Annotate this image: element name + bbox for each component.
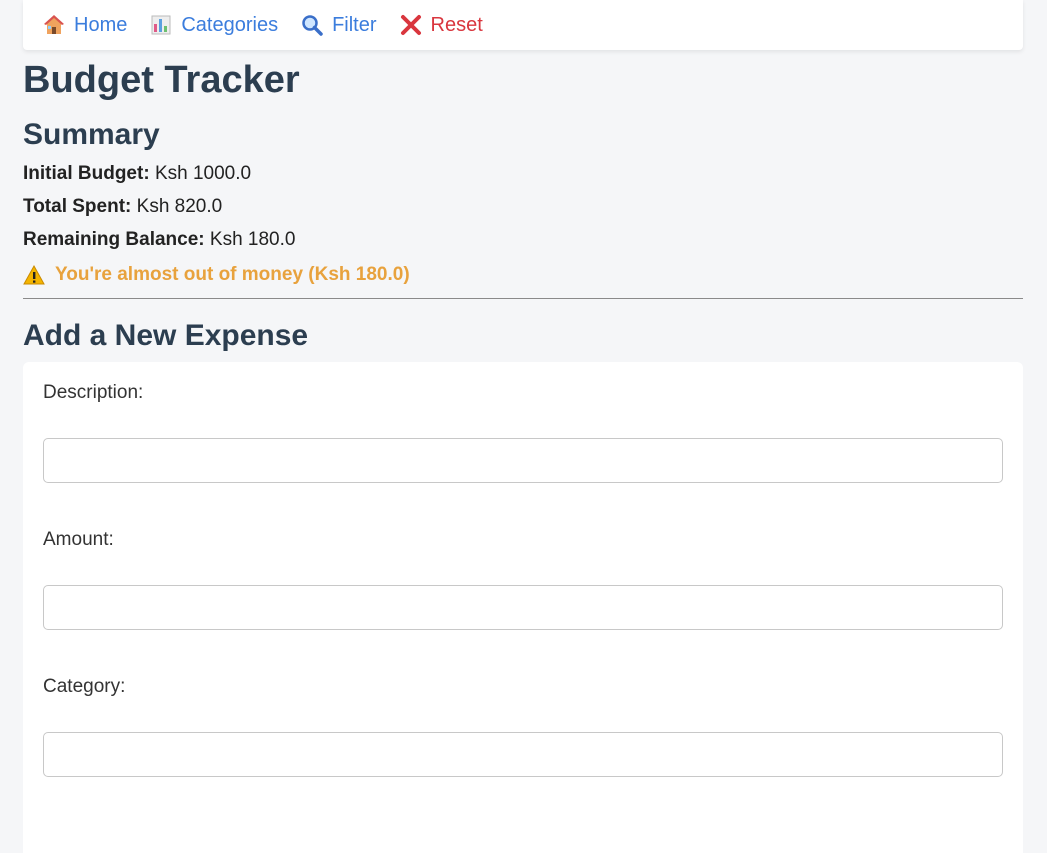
total-spent-label: Total Spent: <box>23 195 132 217</box>
total-spent-row: Total Spent: Ksh 820.0 <box>23 190 1023 223</box>
category-group: Category: <box>43 676 1003 777</box>
total-spent-value: Ksh 820.0 <box>136 195 223 217</box>
low-balance-warning: You're almost out of money (Ksh 180.0) <box>23 260 1023 290</box>
nav-home-label: Home <box>74 14 128 36</box>
nav-categories-link[interactable]: Categories <box>150 14 278 36</box>
page-title: Budget Tracker <box>23 59 300 101</box>
nav-home-link[interactable]: Home <box>43 14 127 36</box>
home-icon <box>43 14 65 36</box>
remaining-balance-value: Ksh 180.0 <box>209 228 296 250</box>
warning-icon <box>23 264 45 286</box>
description-label: Description: <box>43 381 144 403</box>
remaining-balance-label: Remaining Balance: <box>23 228 205 250</box>
page-container: Home Categories Filter Reset Budget Trac… <box>23 0 1023 853</box>
nav-filter-label: Filter <box>332 14 377 36</box>
description-input[interactable] <box>43 437 1003 483</box>
summary-heading: Summary <box>23 117 160 151</box>
initial-budget-value: Ksh 1000.0 <box>154 162 252 184</box>
magnifier-icon <box>301 14 323 36</box>
amount-label: Amount: <box>43 528 114 550</box>
top-navbar: Home Categories Filter Reset <box>23 0 1023 50</box>
warning-text: You're almost out of money (Ksh 180.0) <box>55 263 410 285</box>
cross-icon <box>400 14 422 36</box>
summary-section: Summary Initial Budget: Ksh 1000.0 Total… <box>23 118 1023 290</box>
nav-filter-link[interactable]: Filter <box>301 14 377 36</box>
description-group: Description: <box>43 382 1003 483</box>
bar-chart-icon <box>150 14 172 36</box>
initial-budget-label: Initial Budget: <box>23 162 150 184</box>
category-input[interactable] <box>43 731 1003 777</box>
initial-budget-row: Initial Budget: Ksh 1000.0 <box>23 157 1023 190</box>
remaining-balance-row: Remaining Balance: Ksh 180.0 <box>23 223 1023 256</box>
nav-reset-label: Reset <box>430 14 483 36</box>
amount-input[interactable] <box>43 584 1003 630</box>
expense-form: Description: Amount: Category: <box>23 361 1023 853</box>
nav-reset-link[interactable]: Reset <box>400 14 483 36</box>
amount-group: Amount: <box>43 529 1003 630</box>
nav-categories-label: Categories <box>181 14 279 36</box>
category-label: Category: <box>43 675 126 697</box>
add-expense-section: Add a New Expense Description: Amount: C… <box>23 319 1023 853</box>
section-divider <box>23 297 1023 299</box>
add-expense-heading: Add a New Expense <box>23 318 309 352</box>
